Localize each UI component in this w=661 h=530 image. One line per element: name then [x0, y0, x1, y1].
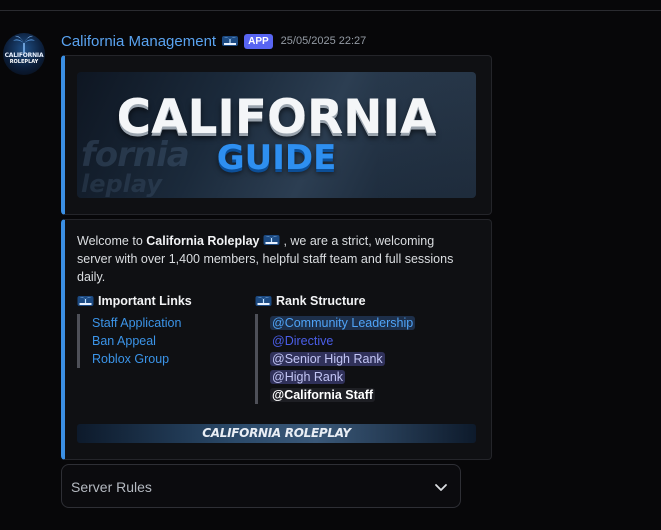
embed-description: Welcome to California Roleplay , we are …: [77, 232, 472, 286]
palm-logo-icon: [13, 35, 35, 53]
staff-application-link[interactable]: Staff Application: [92, 316, 181, 330]
role-mention-directive[interactable]: @Directive: [270, 334, 335, 348]
banner-subtitle: GUIDE: [216, 138, 337, 178]
select-placeholder: Server Rules: [71, 479, 152, 495]
ranks-quote: @Community Leadership @Directive @Senior…: [255, 314, 416, 404]
welcome-prefix: Welcome to: [77, 234, 147, 248]
california-emoji-icon: [77, 295, 94, 307]
footer-banner-text: CALIFORNIA ROLEPLAY: [202, 426, 351, 440]
california-emoji-icon: [221, 34, 239, 48]
avatar[interactable]: CALIFORNIA ROLEPLAY: [3, 33, 45, 75]
avatar-text-top: CALIFORNIA: [4, 52, 44, 59]
guide-banner-image[interactable]: fornia leplay CALIFORNIA GUIDE: [77, 72, 476, 198]
message-header: California Management APP 25/05/2025 22:…: [61, 32, 366, 50]
banner-title: CALIFORNIA: [116, 90, 437, 145]
important-links-field: Important Links Staff Application Ban Ap…: [77, 292, 192, 368]
rank-structure-field: Rank Structure @Community Leadership @Di…: [255, 292, 416, 404]
ban-appeal-link[interactable]: Ban Appeal: [92, 334, 156, 348]
links-quote: Staff Application Ban Appeal Roblox Grou…: [77, 314, 192, 368]
message-divider: [0, 10, 661, 11]
banner-embed: fornia leplay CALIFORNIA GUIDE: [61, 55, 492, 215]
author-name[interactable]: California Management: [61, 33, 216, 50]
california-emoji-icon: [263, 233, 280, 245]
app-badge: APP: [244, 33, 273, 49]
server-rules-select[interactable]: Server Rules: [61, 464, 461, 508]
california-emoji-icon: [255, 295, 272, 307]
links-title-row: Important Links: [77, 292, 192, 310]
role-mention-community-leadership[interactable]: @Community Leadership: [270, 316, 416, 330]
role-mention-high-rank[interactable]: @High Rank: [270, 370, 346, 384]
footer-banner-image[interactable]: CALIFORNIA ROLEPLAY: [77, 424, 476, 443]
timestamp[interactable]: 25/05/2025 22:27: [281, 35, 367, 47]
info-embed: Welcome to California Roleplay , we are …: [61, 219, 492, 460]
links-title: Important Links: [98, 294, 192, 308]
server-name: California Roleplay: [146, 234, 260, 248]
role-mention-senior-high-rank[interactable]: @Senior High Rank: [270, 352, 385, 366]
roblox-group-link[interactable]: Roblox Group: [92, 352, 169, 366]
role-mention-california-staff[interactable]: @California Staff: [270, 388, 376, 402]
ranks-title-row: Rank Structure: [255, 292, 415, 310]
ranks-title: Rank Structure: [276, 294, 366, 308]
chevron-down-icon: [435, 484, 447, 491]
avatar-text-bottom: ROLEPLAY: [9, 59, 39, 65]
